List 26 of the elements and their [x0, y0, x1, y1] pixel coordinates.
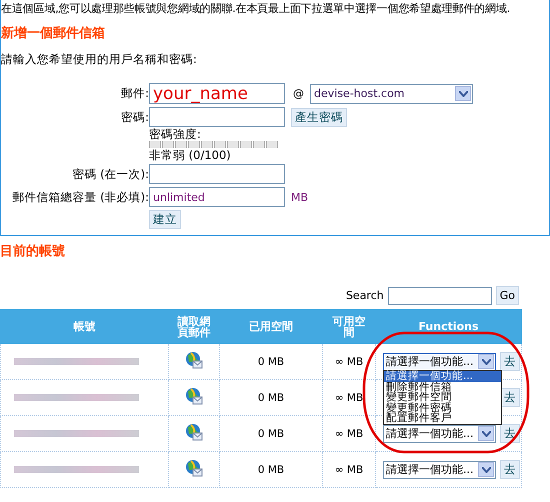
- section-heading: 目前的帳號: [0, 243, 66, 260]
- field-label: 郵件:: [120, 85, 149, 101]
- field-label: 密碼 (在一次):: [71, 166, 149, 182]
- at-sign: @: [293, 87, 304, 100]
- field-label: 密碼:: [120, 109, 149, 125]
- column-header: 已用空間: [220, 310, 322, 344]
- column-header: 帳號: [0, 310, 168, 344]
- unit-label: MB: [291, 190, 308, 204]
- intro-text: 在這個區域,您可以處理那些帳號與您網域的關聯.在本頁最上面下拉選單中選擇一個您希望處理郵件的網域.: [1, 1, 512, 16]
- table-cell: ∞ MB: [322, 452, 376, 488]
- table-cell: ∞ MB: [322, 416, 376, 452]
- search-label: Search: [346, 289, 384, 302]
- column-header: Functions: [376, 310, 522, 344]
- column-header: 可用空間: [322, 310, 376, 344]
- table-cell: 0 MB: [220, 344, 322, 380]
- column-header: 讀取網頁郵件: [168, 310, 220, 344]
- prompt-text: 請輸入您希望使用的用戶名稱和密碼:: [1, 52, 198, 67]
- table-cell: 0 MB: [220, 452, 322, 488]
- field-label: 郵件信箱總容量 (非必填):: [11, 189, 149, 205]
- table-cell: 0 MB: [220, 416, 322, 452]
- section-heading: 新增一個郵件信箱: [1, 24, 106, 42]
- table-cell: 0 MB: [220, 380, 322, 416]
- strength-reading: 非常弱 (0/100): [149, 149, 231, 161]
- table-cell: ∞ MB: [322, 380, 376, 416]
- strength-label: 密碼強度:: [149, 128, 201, 140]
- table-cell: ∞ MB: [322, 344, 376, 380]
